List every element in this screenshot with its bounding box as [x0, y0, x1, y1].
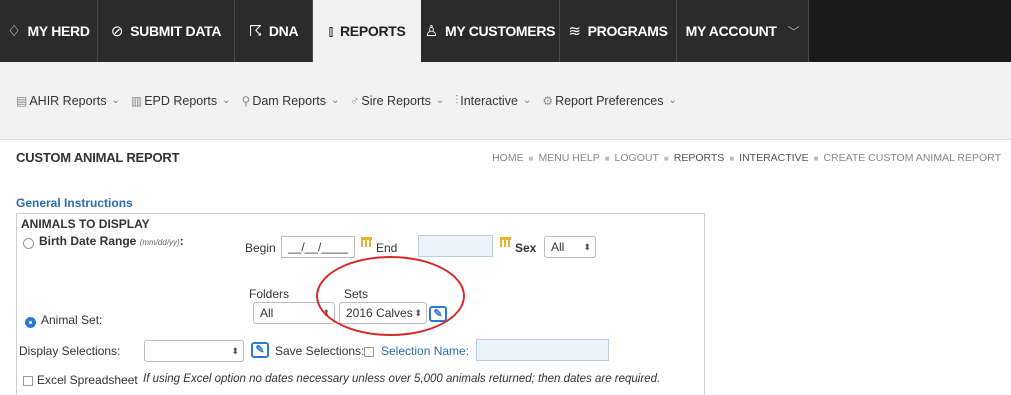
birth-date-colon: :	[179, 234, 184, 248]
breadcrumb-separator: ■	[604, 153, 610, 163]
subnav-label: Dam Reports	[252, 93, 326, 108]
breadcrumb-separator: ■	[813, 153, 819, 163]
tab-label: MY HERD	[27, 23, 90, 39]
save-selections-label: Save Selections:	[275, 344, 365, 358]
tab-my-account[interactable]: MY ACCOUNT ﹀	[677, 0, 809, 62]
end-label: End	[376, 241, 398, 255]
tab-label: PROGRAMS	[587, 23, 668, 39]
tab-my-customers[interactable]: ♙ MY CUSTOMERS	[421, 0, 560, 62]
layers-icon: ≋	[568, 23, 581, 40]
breadcrumb-interactive[interactable]: INTERACTIVE	[739, 152, 808, 164]
highlight-circle	[316, 256, 465, 336]
birth-date-range-radio[interactable]	[23, 238, 34, 249]
save-selections-checkbox[interactable]	[364, 347, 374, 357]
tab-label: MY ACCOUNT	[685, 23, 777, 39]
grid-icon: ▥	[130, 93, 143, 108]
nav-filler	[809, 0, 1011, 62]
display-selections-label: Display Selections:	[19, 344, 121, 358]
breadcrumb: HOME ■ MENU HELP ■ LOGOUT ■ REPORTS ■ IN…	[492, 152, 1001, 164]
reports-subnav: ▤ AHIR Reports ⌄ ▥ EPD Reports ⌄ ⚲ Dam R…	[0, 62, 1011, 140]
birth-date-range-label: Birth Date Range (mm/dd/yy):	[39, 234, 184, 248]
gear-icon: ⚙	[542, 93, 554, 108]
excel-spreadsheet-label: Excel Spreadsheet	[37, 373, 138, 387]
tab-my-herd[interactable]: ♢ MY HERD	[0, 0, 98, 62]
subnav-label: Interactive	[460, 93, 518, 108]
subnav-label: EPD Reports	[144, 93, 218, 108]
dna-icon: ☈	[248, 23, 262, 40]
tab-dna[interactable]: ☈ DNA	[235, 0, 313, 62]
sex-label: Sex	[515, 241, 537, 255]
tab-label: REPORTS	[339, 23, 406, 39]
subnav-label: AHIR Reports	[29, 93, 107, 108]
subnav-interactive[interactable]: ⫶ Interactive ⌄	[455, 93, 531, 108]
subnav-dam-reports[interactable]: ⚲ Dam Reports ⌄	[242, 94, 340, 108]
upload-icon: ⊘	[110, 23, 124, 40]
begin-label: Begin	[245, 241, 276, 255]
subnav-ahir-reports[interactable]: ▤ AHIR Reports ⌄	[16, 94, 120, 108]
subnav-sire-reports[interactable]: ♂ Sire Reports ⌄	[350, 94, 444, 108]
select-arrows-icon: ⬍	[583, 242, 591, 252]
male-icon: ♂	[350, 93, 360, 108]
tab-programs[interactable]: ≋ PROGRAMS	[560, 0, 677, 62]
tab-label: SUBMIT DATA	[130, 23, 222, 39]
select-arrows-icon: ⬍	[231, 346, 239, 356]
chevron-down-icon: ⌄	[222, 95, 231, 106]
table-icon: ▤	[16, 93, 28, 108]
bar-chart-icon: ⫾	[328, 22, 333, 40]
breadcrumb-menu-help[interactable]: MENU HELP	[538, 152, 599, 164]
animal-set-radio[interactable]	[25, 317, 36, 328]
subnav-report-preferences[interactable]: ⚙ Report Preferences ⌄	[542, 94, 677, 108]
folders-label: Folders	[249, 287, 290, 301]
excel-spreadsheet-checkbox[interactable]	[23, 376, 33, 386]
display-selections-select[interactable]: ⬍	[144, 340, 244, 362]
chevron-down-icon: ⌄	[522, 95, 532, 106]
breadcrumb-separator: ■	[528, 153, 534, 163]
sliders-icon: ⫶	[455, 93, 459, 107]
chevron-down-icon: ⌄	[435, 95, 445, 106]
tab-label: MY CUSTOMERS	[444, 23, 556, 39]
calendar-icon[interactable]	[361, 237, 372, 247]
subnav-label: Report Preferences	[555, 93, 664, 108]
sex-select[interactable]: All ⬍	[544, 236, 596, 258]
selection-name-label: Selection Name:	[381, 344, 470, 358]
female-icon: ⚲	[241, 93, 251, 108]
breadcrumb-logout[interactable]: LOGOUT	[615, 152, 659, 164]
birth-date-label-text: Birth Date Range	[39, 234, 137, 248]
section-title: ANIMALS TO DISPLAY	[21, 217, 150, 231]
page-title: CUSTOM ANIMAL REPORT	[16, 150, 180, 165]
animal-set-label: Animal Set:	[41, 313, 103, 327]
breadcrumb-current: CREATE CUSTOM ANIMAL REPORT	[823, 152, 1001, 164]
folders-select-value: All	[260, 306, 274, 320]
tab-reports[interactable]: ⫾ REPORTS	[313, 0, 421, 62]
calendar-icon[interactable]	[500, 237, 511, 247]
breadcrumb-reports[interactable]: REPORTS	[674, 152, 725, 164]
subnav-label: Sire Reports	[361, 93, 431, 108]
end-date-input[interactable]	[418, 235, 493, 257]
chevron-down-icon: ﹀	[787, 24, 800, 39]
begin-date-input[interactable]: __/__/____	[281, 236, 355, 258]
chevron-down-icon: ⌄	[111, 95, 120, 106]
tag-icon: ♢	[7, 23, 21, 40]
breadcrumb-home[interactable]: HOME	[492, 152, 524, 164]
subnav-epd-reports[interactable]: ▥ EPD Reports ⌄	[131, 94, 231, 108]
edit-selection-icon[interactable]: ✎	[251, 342, 269, 358]
tab-submit-data[interactable]: ⊘ SUBMIT DATA	[98, 0, 235, 62]
birth-date-hint: mm/dd/yy)	[142, 238, 180, 247]
top-navigation: ♢ MY HERD ⊘ SUBMIT DATA ☈ DNA ⫾ REPORTS …	[0, 0, 1011, 62]
users-icon: ♙	[424, 23, 438, 40]
breadcrumb-separator: ■	[729, 153, 735, 163]
selection-name-input[interactable]	[476, 339, 609, 361]
breadcrumb-separator: ■	[663, 153, 669, 163]
general-instructions-link[interactable]: General Instructions	[16, 196, 133, 210]
chevron-down-icon: ⌄	[330, 95, 340, 106]
excel-note: If using Excel option no dates necessary…	[143, 373, 661, 385]
tab-label: DNA	[268, 23, 299, 39]
sex-select-value: All	[551, 240, 565, 254]
chevron-down-icon: ⌄	[668, 95, 677, 106]
